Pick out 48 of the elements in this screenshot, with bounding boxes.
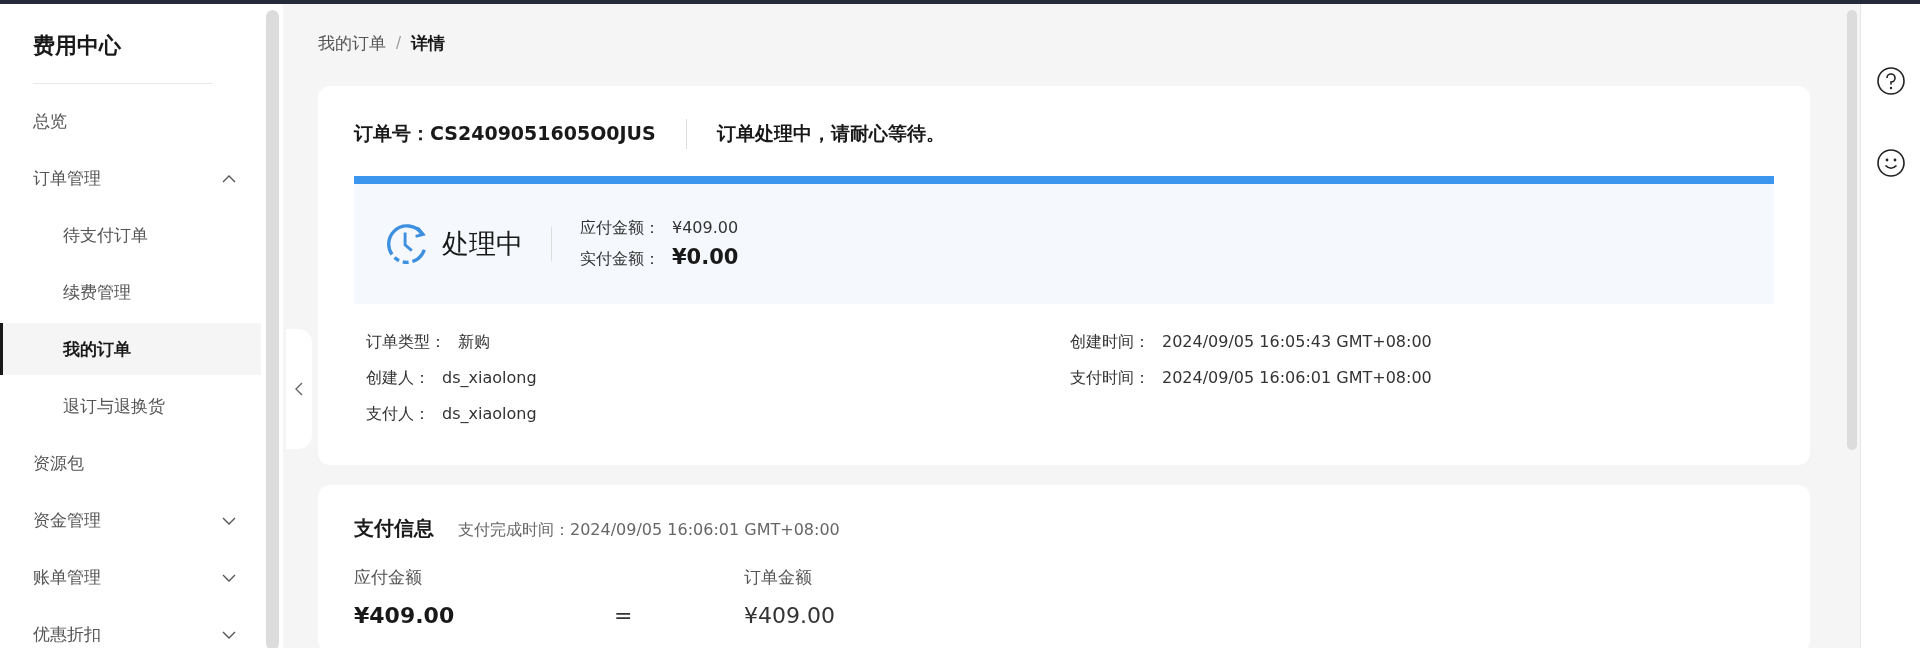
detail-value: 2024/09/05 16:06:01 GMT+08:00: [1162, 367, 1432, 389]
amount-value: ¥409.00: [672, 218, 739, 237]
order-number: 订单号：CS2409051605O0JUS: [354, 121, 656, 146]
amount-label: 应付金额: [354, 566, 423, 589]
chevron-icon: [295, 382, 303, 396]
sidebar-item[interactable]: 续费管理: [0, 264, 266, 321]
scrollbar-thumb[interactable]: [1847, 10, 1857, 450]
status-text: 处理中: [442, 227, 523, 261]
detail-value: 2024/09/05 16:05:43 GMT+08:00: [1162, 331, 1432, 353]
smiley-icon[interactable]: [1875, 148, 1906, 178]
amount-value: ¥409.00: [744, 603, 836, 628]
detail-label: 支付时间：: [1070, 367, 1150, 389]
help-icon[interactable]: [1875, 66, 1906, 96]
sidebar-title: 费用中心: [32, 32, 122, 60]
completion-time: 支付完成时间：2024/09/05 16:06:01 GMT+08:00: [458, 520, 840, 541]
sidebar-item[interactable]: 退订与退换货: [0, 378, 266, 435]
chevron-icon: [222, 516, 236, 525]
amount-value: ¥409.00: [354, 603, 456, 628]
amount-label: 应付金额：: [580, 218, 660, 239]
sidebar-item[interactable]: 账单管理: [0, 549, 266, 606]
chevron-icon: [222, 573, 236, 582]
order-message: 订单处理中，请耐心等待。: [716, 121, 945, 146]
detail-value: 新购: [458, 331, 490, 353]
sidebar-item[interactable]: 资源包: [0, 435, 266, 492]
collapse-button[interactable]: [286, 329, 312, 449]
chevron-icon: [222, 630, 236, 639]
detail-label: 支付人：: [366, 403, 430, 425]
detail-label: 订单类型：: [366, 331, 446, 353]
section-title: 支付信息: [354, 515, 434, 542]
amount-label: 实付金额：: [580, 249, 660, 270]
detail-label: 创建时间：: [1070, 331, 1150, 353]
amount-label: 订单金额: [744, 566, 813, 589]
detail-value: ds_xiaolong: [442, 403, 537, 425]
scrollbar-thumb[interactable]: [266, 10, 279, 648]
equals-sign: =: [614, 603, 634, 628]
detail-value: ds_xiaolong: [442, 367, 537, 389]
sidebar-item[interactable]: 我的订单: [0, 323, 261, 375]
sidebar-item[interactable]: 总览: [0, 93, 266, 150]
sidebar-item[interactable]: 待支付订单: [0, 207, 266, 264]
breadcrumb-separator: /: [396, 34, 402, 52]
chevron-icon: [222, 174, 236, 183]
amount-value: ¥0.00: [672, 245, 739, 269]
sidebar-item[interactable]: 资金管理: [0, 492, 266, 549]
detail-label: 创建人：: [366, 367, 430, 389]
sidebar-item[interactable]: 优惠折扣: [0, 606, 266, 648]
breadcrumb-item[interactable]: 我的订单: [318, 31, 386, 55]
sidebar-item[interactable]: 订单管理: [0, 150, 266, 207]
breadcrumb-item: 详情: [411, 31, 446, 55]
